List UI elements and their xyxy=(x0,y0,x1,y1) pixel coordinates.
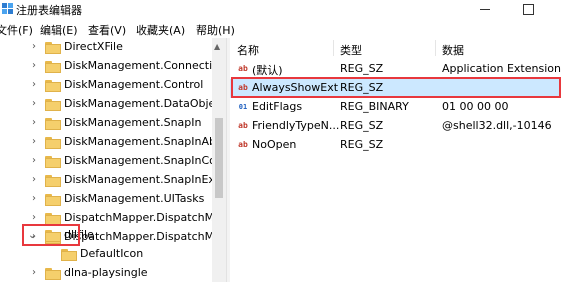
tree-item-label: DiskManagement.SnapInComp xyxy=(64,154,212,167)
binary-value-icon: 01 xyxy=(238,103,248,111)
folder-icon xyxy=(45,268,61,280)
value-type: REG_SZ xyxy=(340,62,384,75)
value-row-alwaysshowext[interactable]: ab AlwaysShowExt REG_SZ xyxy=(230,79,561,98)
tree-item-label: DiskManagement.UITasks xyxy=(64,192,205,205)
tree-item-diskmanagement-snapincomp[interactable]: › DiskManagement.SnapInComp xyxy=(0,152,212,172)
tree-item-label: dlna-playsingle xyxy=(64,266,148,279)
value-data: @shell32.dll,-10146 xyxy=(442,119,552,132)
menu-favorites[interactable]: 收藏夹(A) xyxy=(136,22,185,38)
tree-item-label: DiskManagement.DataObject xyxy=(64,97,212,110)
tree-item-defaulticon[interactable]: DefaultIcon xyxy=(0,245,212,265)
minimize-button[interactable] xyxy=(470,0,500,18)
registry-key-tree: › DirectXFile › DiskManagement.Connectio… xyxy=(0,38,212,282)
tree-item-label: DiskManagement.Control xyxy=(64,78,204,91)
column-separator[interactable] xyxy=(435,40,436,56)
chevron-right-icon[interactable]: › xyxy=(32,175,40,185)
value-row-friendlytypename[interactable]: ab FriendlyTypeN... REG_SZ @shell32.dll,… xyxy=(230,117,561,136)
string-value-icon: ab xyxy=(238,83,248,92)
string-value-icon: ab xyxy=(238,64,248,73)
folder-icon xyxy=(45,118,61,130)
chevron-right-icon[interactable]: › xyxy=(32,80,40,90)
chevron-right-icon[interactable]: › xyxy=(32,194,40,204)
chevron-right-icon[interactable]: › xyxy=(32,213,40,223)
tree-item-diskmanagement-snapin[interactable]: › DiskManagement.SnapIn xyxy=(0,114,212,134)
chevron-right-icon[interactable]: › xyxy=(32,61,40,71)
chevron-down-icon[interactable]: ⌄ xyxy=(28,231,36,241)
tree-item-directxfile[interactable]: › DirectXFile xyxy=(0,38,212,58)
menu-help[interactable]: 帮助(H) xyxy=(196,22,235,38)
value-row-default[interactable]: ab (默认) REG_SZ Application Extension xyxy=(230,60,561,79)
column-header-type[interactable]: 类型 xyxy=(340,42,362,58)
column-header-name[interactable]: 名称 xyxy=(237,42,259,58)
value-data: Application Extension xyxy=(442,62,561,75)
value-name: EditFlags xyxy=(252,100,303,113)
tree-item-dlna-playsingle[interactable]: › dlna-playsingle xyxy=(0,264,212,282)
tree-item-label: DiskManagement.SnapIn xyxy=(64,116,202,129)
folder-icon xyxy=(61,249,77,261)
chevron-right-icon[interactable]: › xyxy=(32,42,40,52)
string-value-icon: ab xyxy=(238,121,248,130)
tree-item-diskmanagement-control[interactable]: › DiskManagement.Control xyxy=(0,76,212,96)
folder-open-icon xyxy=(45,230,61,242)
menu-file[interactable]: 文件(F) xyxy=(0,22,33,38)
folder-icon xyxy=(45,99,61,111)
value-name: AlwaysShowExt xyxy=(252,81,339,94)
folder-icon xyxy=(45,42,61,54)
chevron-right-icon[interactable]: › xyxy=(32,156,40,166)
scrollbar-thumb[interactable] xyxy=(215,118,223,198)
menu-bar: 文件(F) 编辑(E) 查看(V) 收藏夹(A) 帮助(H) xyxy=(0,20,561,38)
value-name: FriendlyTypeN... xyxy=(252,119,340,132)
value-type: REG_SZ xyxy=(340,81,384,94)
value-row-editflags[interactable]: 01 EditFlags REG_BINARY 01 00 00 00 xyxy=(230,98,561,117)
string-value-icon: ab xyxy=(238,140,248,149)
tree-item-label: dllfile xyxy=(64,228,94,241)
menu-view[interactable]: 查看(V) xyxy=(88,22,126,38)
title-bar: 注册表编辑器 xyxy=(0,0,561,18)
value-name: NoOpen xyxy=(252,138,297,151)
maximize-button[interactable] xyxy=(514,0,544,18)
tree-item-label: DispatchMapper.DispatchMap xyxy=(64,211,212,224)
menu-edit[interactable]: 编辑(E) xyxy=(40,22,78,38)
registry-editor-icon xyxy=(2,3,13,14)
scroll-up-icon[interactable]: ▲ xyxy=(214,42,220,51)
value-type: REG_SZ xyxy=(340,138,384,151)
folder-icon xyxy=(45,156,61,168)
tree-item-diskmanagement-dataobject[interactable]: › DiskManagement.DataObject xyxy=(0,95,212,115)
folder-icon xyxy=(45,61,61,73)
registry-values-list: 名称 类型 数据 ab (默认) REG_SZ Application Exte… xyxy=(230,38,561,282)
folder-icon xyxy=(45,213,61,225)
folder-icon xyxy=(45,194,61,206)
value-type: REG_SZ xyxy=(340,119,384,132)
tree-item-label: DirectXFile xyxy=(64,40,123,53)
tree-scrollbar[interactable]: ▲ xyxy=(212,38,226,282)
tree-item-diskmanagement-snapinabout[interactable]: › DiskManagement.SnapInAbou xyxy=(0,133,212,153)
folder-icon xyxy=(45,137,61,149)
tree-item-diskmanagement-uitasks[interactable]: › DiskManagement.UITasks xyxy=(0,190,212,210)
tree-item-label: DiskManagement.Connection xyxy=(64,59,212,72)
chevron-right-icon[interactable]: › xyxy=(32,137,40,147)
tree-item-label: DiskManagement.SnapInExten xyxy=(64,173,212,186)
folder-icon xyxy=(45,80,61,92)
value-type: REG_BINARY xyxy=(340,100,409,113)
chevron-right-icon[interactable]: › xyxy=(32,118,40,128)
chevron-right-icon[interactable]: › xyxy=(32,268,40,278)
window-title: 注册表编辑器 xyxy=(16,4,82,17)
folder-icon xyxy=(45,175,61,187)
value-name: (默认) xyxy=(252,64,283,77)
chevron-right-icon[interactable]: › xyxy=(32,99,40,109)
tree-item-label: DefaultIcon xyxy=(80,247,144,260)
column-header-data[interactable]: 数据 xyxy=(442,42,464,58)
tree-item-dllfile[interactable]: ⌄ dllfile xyxy=(0,226,212,246)
value-data: 01 00 00 00 xyxy=(442,100,509,113)
tree-item-diskmanagement-snapinexten[interactable]: › DiskManagement.SnapInExten xyxy=(0,171,212,191)
column-separator[interactable] xyxy=(333,40,334,56)
tree-item-label: DiskManagement.SnapInAbou xyxy=(64,135,212,148)
tree-item-diskmanagement-connection[interactable]: › DiskManagement.Connection xyxy=(0,57,212,77)
value-row-noopen[interactable]: ab NoOpen REG_SZ xyxy=(230,136,561,155)
